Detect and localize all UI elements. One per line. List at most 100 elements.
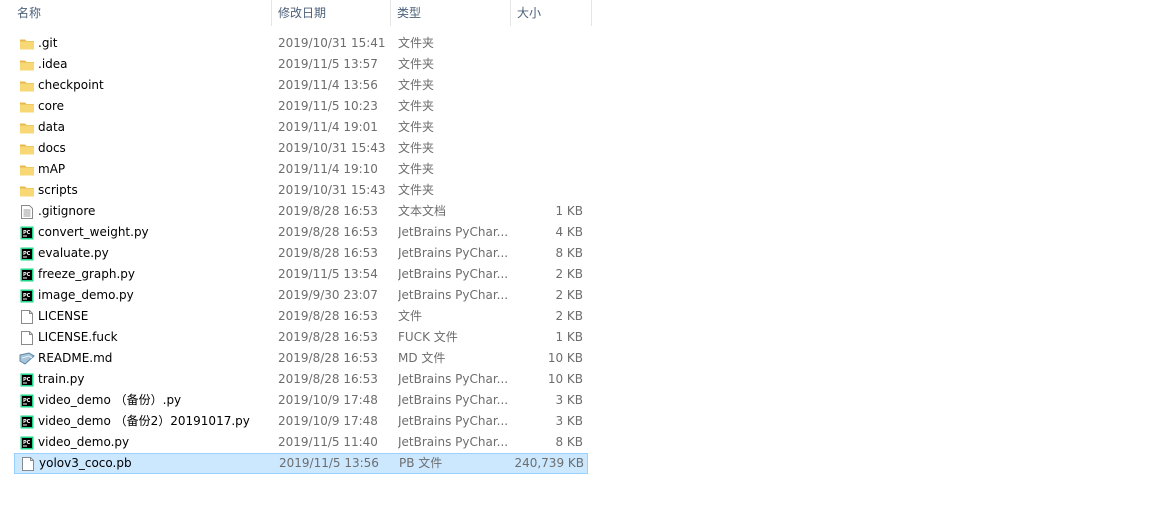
file-row[interactable]: .gitignore 2019/8/28 16:53 文本文档 1 KB bbox=[14, 201, 588, 222]
file-row[interactable]: README.md 2019/8/28 16:53 MD 文件 10 KB bbox=[14, 348, 588, 369]
file-size bbox=[504, 75, 583, 96]
file-row[interactable]: PC freeze_graph.py 2019/11/5 13:54 JetBrain… bbox=[14, 264, 588, 285]
file-name: checkpoint bbox=[38, 78, 104, 92]
file-date: 2019/11/5 13:54 bbox=[278, 267, 378, 281]
file-size: 4 KB bbox=[555, 225, 583, 239]
file-name: mAP bbox=[38, 162, 66, 176]
file-row[interactable]: LICENSE 2019/8/28 16:53 文件 2 KB bbox=[14, 306, 588, 327]
pycharm-file-icon: PC bbox=[19, 225, 35, 241]
file-name: video_demo.py bbox=[38, 435, 130, 449]
file-name: core bbox=[38, 99, 64, 113]
file-size: 10 KB bbox=[547, 351, 583, 365]
file-type: 文件夹 bbox=[398, 120, 435, 134]
column-header: 名称 ^ 修改日期 类型 大小 bbox=[0, 0, 592, 26]
svg-text:PC: PC bbox=[23, 251, 31, 257]
file-type: 文件夹 bbox=[398, 162, 435, 176]
file-type: 文件夹 bbox=[398, 183, 435, 197]
file-row[interactable]: docs 2019/10/31 15:43 文件夹 bbox=[14, 138, 588, 159]
file-size: 3 KB bbox=[555, 393, 583, 407]
file-type: PB 文件 bbox=[399, 456, 443, 470]
folder-icon bbox=[19, 162, 35, 178]
file-row[interactable]: data 2019/11/4 19:01 文件夹 bbox=[14, 117, 588, 138]
file-date: 2019/10/31 15:43 bbox=[278, 183, 386, 197]
file-date: 2019/11/5 13:56 bbox=[279, 456, 379, 470]
file-type: 文件夹 bbox=[398, 57, 435, 71]
file-name: .git bbox=[38, 36, 58, 50]
file-date: 2019/10/31 15:43 bbox=[278, 141, 386, 155]
folder-icon bbox=[19, 57, 35, 73]
file-row[interactable]: mAP 2019/11/4 19:10 文件夹 bbox=[14, 159, 588, 180]
blank-file-icon bbox=[20, 456, 36, 472]
file-type: 文本文档 bbox=[398, 204, 447, 218]
sort-ascending-icon: ^ bbox=[136, 0, 146, 3]
file-row[interactable]: PC video_demo （备份）.py 2019/10/9 17:48 JetBr… bbox=[14, 390, 588, 411]
file-type: FUCK 文件 bbox=[398, 330, 458, 344]
svg-text:PC: PC bbox=[23, 377, 31, 383]
column-header-name[interactable]: 名称 bbox=[0, 0, 272, 26]
file-size bbox=[504, 117, 583, 138]
file-name: README.md bbox=[38, 351, 113, 365]
file-size: 8 KB bbox=[555, 435, 583, 449]
file-row[interactable]: PC image_demo.py 2019/9/30 23:07 JetBrains … bbox=[14, 285, 588, 306]
file-row[interactable]: PC convert_weight.py 2019/8/28 16:53 JetBra… bbox=[14, 222, 588, 243]
file-type: 文件夹 bbox=[398, 99, 435, 113]
file-date: 2019/8/28 16:53 bbox=[278, 372, 378, 386]
file-name: video_demo （备份2）20191017.py bbox=[38, 414, 250, 428]
text-file-icon bbox=[19, 204, 35, 220]
file-type: 文件 bbox=[398, 309, 423, 323]
file-size bbox=[504, 159, 583, 180]
file-type: JetBrains PyChar... bbox=[398, 225, 508, 239]
file-size: 1 KB bbox=[555, 330, 583, 344]
file-size: 240,739 KB bbox=[514, 456, 584, 470]
file-row[interactable]: PC train.py 2019/8/28 16:53 JetBrains PyCha… bbox=[14, 369, 588, 390]
file-row[interactable]: PC evaluate.py 2019/8/28 16:53 JetBrains Py… bbox=[14, 243, 588, 264]
folder-icon bbox=[19, 120, 35, 136]
file-row[interactable]: checkpoint 2019/11/4 13:56 文件夹 bbox=[14, 75, 588, 96]
file-type: 文件夹 bbox=[398, 36, 435, 50]
file-size: 1 KB bbox=[555, 204, 583, 218]
file-date: 2019/11/5 10:23 bbox=[278, 99, 378, 113]
column-header-date[interactable]: 修改日期 bbox=[272, 0, 391, 26]
pycharm-file-icon: PC bbox=[19, 435, 35, 451]
svg-text:PC: PC bbox=[23, 419, 31, 425]
file-row[interactable]: yolov3_coco.pb 2019/11/5 13:56 PB 文件 240,73… bbox=[14, 453, 588, 474]
blank-file-icon bbox=[19, 330, 35, 346]
pycharm-file-icon: PC bbox=[19, 267, 35, 283]
column-header-type[interactable]: 类型 bbox=[391, 0, 511, 26]
folder-icon bbox=[19, 36, 35, 52]
file-date: 2019/10/9 17:48 bbox=[278, 414, 378, 428]
file-type: 文件夹 bbox=[398, 78, 435, 92]
svg-text:PC: PC bbox=[23, 440, 31, 446]
svg-text:PC: PC bbox=[23, 398, 31, 404]
file-type: JetBrains PyChar... bbox=[398, 288, 508, 302]
pycharm-file-icon: PC bbox=[19, 393, 35, 409]
file-date: 2019/8/28 16:53 bbox=[278, 330, 378, 344]
file-name: .idea bbox=[38, 57, 68, 71]
file-name: LICENSE.fuck bbox=[38, 330, 118, 344]
file-name: convert_weight.py bbox=[38, 225, 149, 239]
file-row[interactable]: LICENSE.fuck 2019/8/28 16:53 FUCK 文件 1 KB bbox=[14, 327, 588, 348]
file-row[interactable]: scripts 2019/10/31 15:43 文件夹 bbox=[14, 180, 588, 201]
file-size: 2 KB bbox=[555, 288, 583, 302]
file-type: JetBrains PyChar... bbox=[398, 246, 508, 260]
file-size: 10 KB bbox=[547, 372, 583, 386]
file-row[interactable]: core 2019/11/5 10:23 文件夹 bbox=[14, 96, 588, 117]
file-type: JetBrains PyChar... bbox=[398, 414, 508, 428]
pycharm-file-icon: PC bbox=[19, 414, 35, 430]
svg-text:PC: PC bbox=[23, 293, 31, 299]
file-row[interactable]: .git 2019/10/31 15:41 文件夹 bbox=[14, 33, 588, 54]
file-name: .gitignore bbox=[38, 204, 96, 218]
file-type: JetBrains PyChar... bbox=[398, 393, 508, 407]
file-name: LICENSE bbox=[38, 309, 89, 323]
file-size: 8 KB bbox=[555, 246, 583, 260]
file-row[interactable]: PC video_demo （备份2）20191017.py 2019/10/9 1… bbox=[14, 411, 588, 432]
file-row[interactable]: PC video_demo.py 2019/11/5 11:40 JetBrains … bbox=[14, 432, 588, 453]
file-name: image_demo.py bbox=[38, 288, 134, 302]
file-date: 2019/11/5 13:57 bbox=[278, 57, 378, 71]
file-row[interactable]: .idea 2019/11/5 13:57 文件夹 bbox=[14, 54, 588, 75]
file-date: 2019/11/4 13:56 bbox=[278, 78, 378, 92]
folder-icon bbox=[19, 183, 35, 199]
column-header-size[interactable]: 大小 bbox=[511, 0, 592, 26]
file-date: 2019/10/9 17:48 bbox=[278, 393, 378, 407]
file-size: 3 KB bbox=[555, 414, 583, 428]
